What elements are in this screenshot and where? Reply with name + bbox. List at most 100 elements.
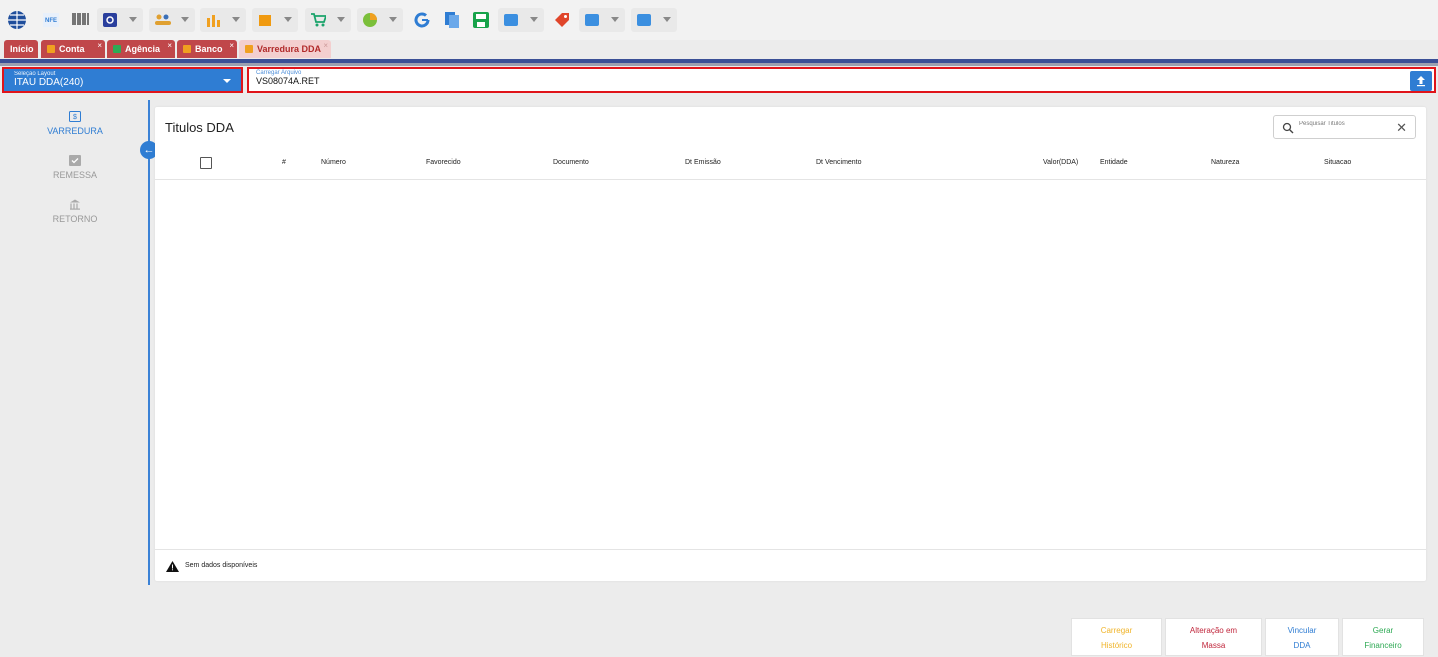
svg-text:NFE: NFE <box>45 18 57 24</box>
documents-button[interactable] <box>440 8 464 32</box>
app-globe-button[interactable] <box>5 8 29 32</box>
button-label-line1: Alteração em <box>1189 626 1238 635</box>
agency-icon <box>113 45 121 53</box>
colorful-menu[interactable] <box>357 8 403 32</box>
chart-menu[interactable] <box>200 8 246 32</box>
button-label-line2: Massa <box>1201 641 1226 650</box>
cart-icon <box>311 13 326 27</box>
select-all-checkbox[interactable] <box>200 157 212 169</box>
people-menu[interactable] <box>149 8 195 32</box>
dropdown-arrow-icon <box>223 79 231 83</box>
settings-icon <box>103 13 117 27</box>
sidebar-item-label: VARREDURA <box>47 126 103 136</box>
cart-menu[interactable] <box>305 8 351 32</box>
tab-conta[interactable]: Conta × <box>41 40 105 58</box>
button-label-line2: DDA <box>1293 641 1311 650</box>
column-header-dt-vencimento[interactable]: Dt Vencimento <box>816 159 862 166</box>
button-label-line1: Gerar <box>1372 626 1394 635</box>
tab-agencia[interactable]: Agência × <box>107 40 175 58</box>
box-menu[interactable] <box>252 8 298 32</box>
chevron-down-icon <box>337 17 345 22</box>
warning-icon <box>166 561 179 572</box>
google-icon <box>414 12 430 28</box>
column-header-entidade[interactable]: Entidade <box>1100 159 1128 166</box>
column-header-situacao[interactable]: Situacao <box>1324 159 1351 166</box>
chevron-down-icon <box>181 17 189 22</box>
empty-state-text: Sem dados disponíveis <box>185 562 258 569</box>
svg-text:$: $ <box>73 114 77 121</box>
upload-icon <box>1417 76 1425 87</box>
check-box-icon <box>69 155 81 166</box>
tab-banco[interactable]: Banco × <box>177 40 237 58</box>
layout-select[interactable]: Seleção Layout ITAU DDA(240) <box>2 67 243 93</box>
column-header-favorecido[interactable]: Favorecido <box>426 159 461 166</box>
close-icon[interactable]: × <box>323 41 328 50</box>
column-header-documento[interactable]: Documento <box>553 159 589 166</box>
tag-button[interactable] <box>550 8 574 32</box>
column-header-valor-dda[interactable]: Valor(DDA) <box>1043 159 1078 166</box>
module3-menu[interactable] <box>631 8 677 32</box>
button-label-line2: Histórico <box>1100 641 1133 650</box>
settings-menu[interactable] <box>97 8 143 32</box>
bank-return-icon <box>70 199 80 210</box>
arrow-left-icon: ← <box>143 144 155 156</box>
google-button[interactable] <box>410 8 434 32</box>
chart-icon <box>207 15 220 27</box>
sidebar-item-retorno[interactable]: RETORNO <box>0 199 150 224</box>
load-history-button[interactable]: Carregar Histórico <box>1071 618 1162 656</box>
close-icon[interactable]: × <box>229 41 234 50</box>
column-header-index[interactable]: # <box>282 159 286 166</box>
tab-varredura-dda[interactable]: Varredura DDA × <box>239 40 331 58</box>
wallet-icon <box>47 45 55 53</box>
main-toolbar: NFE <box>0 0 1438 40</box>
module-icon <box>504 14 518 26</box>
button-label-line1: Carregar <box>1100 626 1133 635</box>
file-field[interactable]: Carregar Arquivo VS08074A.RET <box>247 67 1436 93</box>
colorful-icon <box>363 13 377 27</box>
barcode-button[interactable] <box>69 8 93 32</box>
button-label-line2: Financeiro <box>1364 641 1402 650</box>
module3-icon <box>637 14 651 26</box>
chevron-down-icon <box>232 17 240 22</box>
save-button[interactable] <box>469 8 493 32</box>
module2-menu[interactable] <box>579 8 625 32</box>
sidebar-item-label: RETORNO <box>52 214 98 224</box>
mass-edit-button[interactable]: Alteração em Massa <box>1165 618 1262 656</box>
nfe-button[interactable]: NFE <box>39 8 63 32</box>
chevron-down-icon <box>663 17 671 22</box>
sidebar-item-label: REMESSA <box>52 170 97 180</box>
module2-icon <box>585 14 599 26</box>
generate-financial-button[interactable]: Gerar Financeiro <box>1342 618 1424 656</box>
sidebar-item-remessa[interactable]: REMESSA <box>0 155 150 180</box>
column-header-dt-emissao[interactable]: Dt Emissão <box>685 159 721 166</box>
sidebar-item-varredura[interactable]: $ VARREDURA <box>0 111 150 136</box>
tab-label: Conta <box>59 44 85 54</box>
panel-title: Titulos DDA <box>165 120 234 135</box>
search-input[interactable] <box>1299 118 1389 130</box>
tab-label: Banco <box>195 44 223 54</box>
box-icon <box>259 15 271 26</box>
table-footer: Sem dados disponíveis <box>155 549 1426 581</box>
tab-inicio[interactable]: Início <box>4 40 38 58</box>
chevron-down-icon <box>389 17 397 22</box>
search-box[interactable]: ✕ <box>1273 115 1416 139</box>
column-header-numero[interactable]: Número <box>321 159 346 166</box>
close-icon[interactable]: × <box>97 41 102 50</box>
chevron-down-icon <box>530 17 538 22</box>
link-dda-button[interactable]: Vincular DDA <box>1265 618 1339 656</box>
search-icon <box>1282 122 1294 134</box>
tab-label: Varredura DDA <box>257 44 322 54</box>
bank-icon <box>183 45 191 53</box>
tab-label: Agência <box>125 44 161 54</box>
module-menu[interactable] <box>498 8 544 32</box>
money-icon: $ <box>69 111 81 122</box>
upload-button[interactable] <box>1410 71 1432 91</box>
app-globe-icon <box>8 11 26 29</box>
barcode-icon <box>72 13 89 25</box>
tab-label: Início <box>10 44 34 54</box>
close-icon[interactable]: × <box>167 41 172 50</box>
file-field-value: VS08074A.RET <box>256 76 320 86</box>
layout-select-value: ITAU DDA(240) <box>14 77 84 88</box>
column-header-natureza[interactable]: Natureza <box>1211 159 1239 166</box>
clear-search-icon[interactable]: ✕ <box>1396 120 1407 136</box>
